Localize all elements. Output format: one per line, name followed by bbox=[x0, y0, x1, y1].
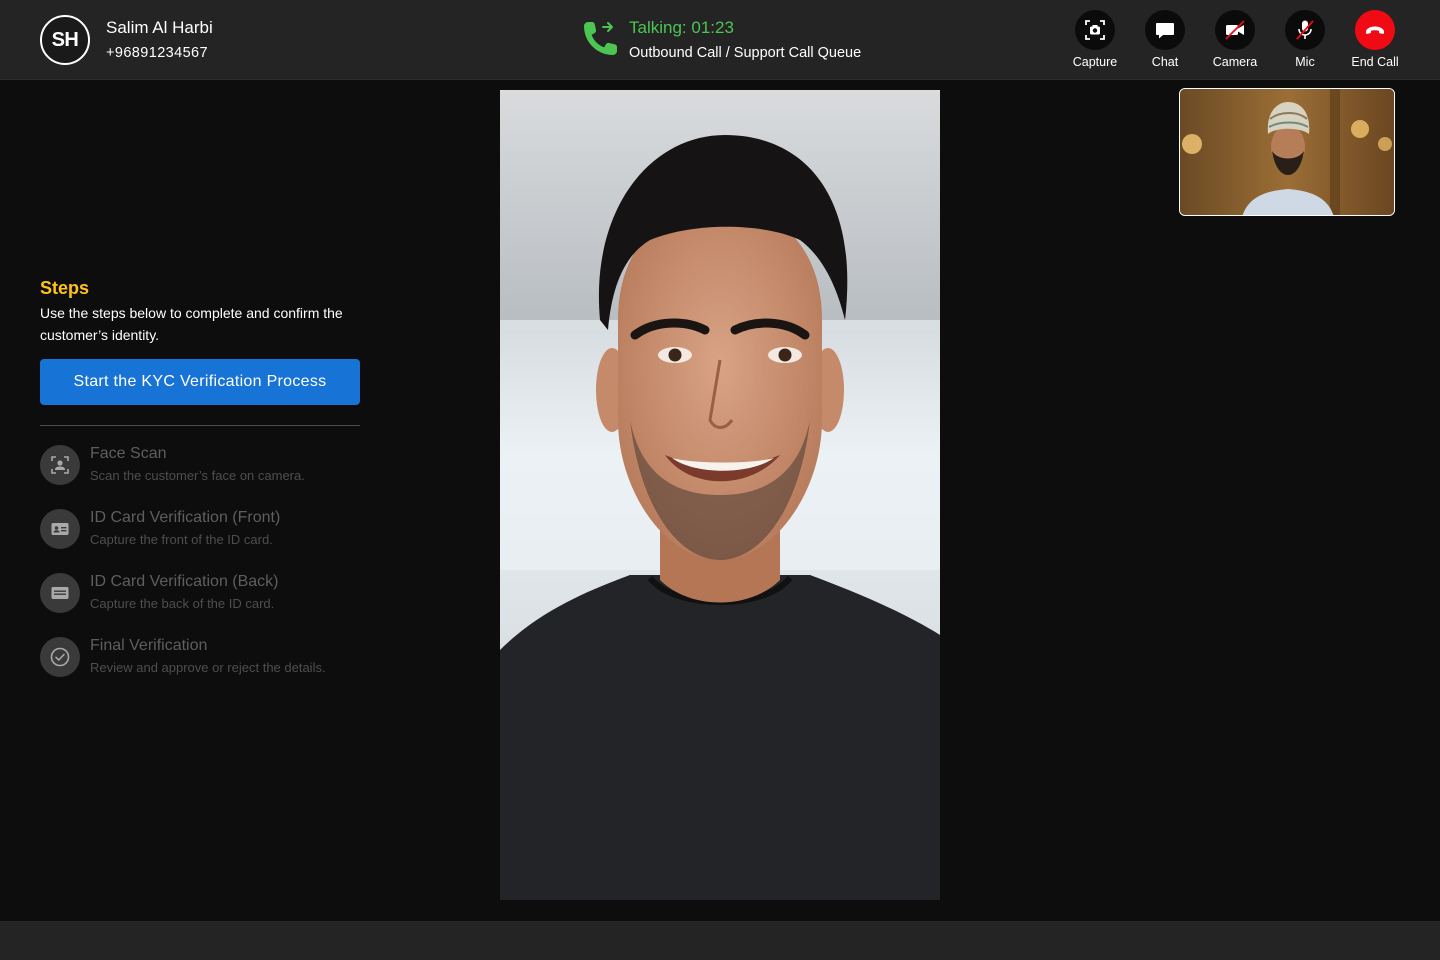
steps-divider bbox=[40, 425, 360, 426]
face-scan-icon bbox=[51, 456, 69, 474]
hang-up-icon bbox=[1366, 26, 1384, 34]
mic-label: Mic bbox=[1295, 55, 1315, 69]
call-status: Talking: 01:23 Outbound Call / Support C… bbox=[578, 16, 908, 66]
chat-bubble-icon bbox=[1156, 23, 1174, 39]
step-icon-circle bbox=[40, 445, 80, 485]
id-card-icon bbox=[51, 523, 69, 535]
caller-initials: SH bbox=[51, 28, 79, 51]
chat-button[interactable]: Chat bbox=[1130, 10, 1200, 72]
outbound-call-icon bbox=[584, 22, 617, 55]
step-subtitle: Review and approve or reject the details… bbox=[90, 660, 326, 675]
step-icon-circle bbox=[40, 573, 80, 613]
steps-description: Use the steps below to complete and conf… bbox=[40, 305, 343, 343]
step-title: ID Card Verification (Front) bbox=[90, 509, 281, 526]
camera-icon-circle bbox=[1215, 10, 1255, 50]
step-title: Final Verification bbox=[90, 637, 208, 654]
camera-toggle-button[interactable]: Camera bbox=[1200, 10, 1270, 72]
customer-video-feed bbox=[500, 90, 940, 900]
camera-label: Camera bbox=[1212, 55, 1258, 69]
end-call-icon-circle bbox=[1355, 10, 1395, 50]
customer-video bbox=[500, 90, 940, 900]
end-call-button[interactable]: End Call bbox=[1340, 10, 1410, 72]
call-header: SH Salim Al Harbi +96891234567 Talking: … bbox=[0, 0, 1440, 80]
step-icon-circle bbox=[40, 637, 80, 677]
step-id-back[interactable]: ID Card Verification (Back) Capture the … bbox=[40, 573, 370, 617]
bottom-bar bbox=[0, 921, 1440, 960]
video-off-icon bbox=[1225, 20, 1245, 40]
step-subtitle: Capture the front of the ID card. bbox=[90, 532, 273, 547]
capture-icon-circle bbox=[1075, 10, 1115, 50]
caller-name: Salim Al Harbi bbox=[106, 18, 213, 37]
mic-off-icon bbox=[1296, 20, 1314, 40]
mic-icon-circle bbox=[1285, 10, 1325, 50]
talking-timer: Talking: 01:23 bbox=[629, 18, 734, 37]
caller-phone: +96891234567 bbox=[106, 45, 208, 61]
step-face-scan[interactable]: Face Scan Scan the customer’s face on ca… bbox=[40, 445, 370, 489]
check-circle-icon bbox=[50, 647, 70, 667]
capture-label: Capture bbox=[1072, 55, 1118, 69]
agent-video-feed bbox=[1180, 89, 1394, 215]
step-title: ID Card Verification (Back) bbox=[90, 573, 279, 590]
capture-button[interactable]: Capture bbox=[1060, 10, 1130, 72]
step-id-front[interactable]: ID Card Verification (Front) Capture the… bbox=[40, 509, 370, 553]
agent-self-video[interactable] bbox=[1179, 88, 1395, 216]
start-kyc-button[interactable]: Start the KYC Verification Process bbox=[40, 359, 360, 405]
step-subtitle: Capture the back of the ID card. bbox=[90, 596, 275, 611]
mic-toggle-button[interactable]: Mic bbox=[1270, 10, 1340, 72]
step-subtitle: Scan the customer’s face on camera. bbox=[90, 468, 305, 483]
end-call-label: End Call bbox=[1351, 55, 1399, 69]
caller-avatar: SH bbox=[40, 15, 90, 65]
step-title: Face Scan bbox=[90, 445, 167, 462]
step-final-verification[interactable]: Final Verification Review and approve or… bbox=[40, 637, 370, 681]
call-queue-label: Outbound Call / Support Call Queue bbox=[629, 45, 862, 61]
steps-title: Steps bbox=[40, 278, 90, 298]
chat-icon-circle bbox=[1145, 10, 1185, 50]
camera-capture-icon bbox=[1085, 20, 1105, 40]
chat-label: Chat bbox=[1151, 55, 1179, 69]
step-icon-circle bbox=[40, 509, 80, 549]
card-back-icon bbox=[51, 587, 69, 599]
